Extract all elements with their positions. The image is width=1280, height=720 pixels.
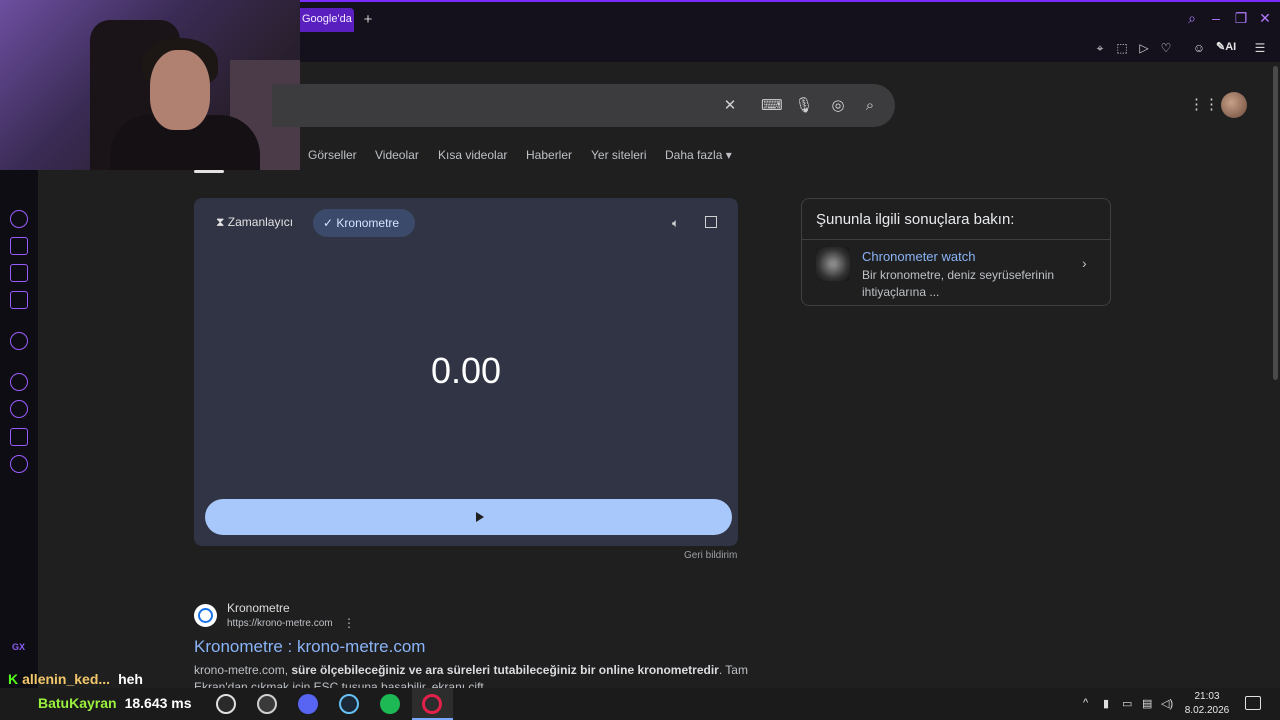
- shopping-icon[interactable]: [10, 237, 28, 255]
- battery-icon[interactable]: ▭: [1122, 697, 1132, 710]
- steam-icon[interactable]: [339, 694, 359, 714]
- ai-label: AI: [1225, 41, 1237, 53]
- volume-icon[interactable]: ◁): [1161, 697, 1173, 710]
- chatgpt-icon[interactable]: [10, 332, 28, 350]
- taskbar: BatuKayran 18.643 ms ^ ▮ ▭ ▤ ◁) 21:03 8.0…: [0, 688, 1280, 720]
- settings-icon[interactable]: [10, 455, 28, 473]
- network-icon[interactable]: ▤: [1142, 697, 1152, 710]
- snapshot-icon[interactable]: ⬚: [1113, 39, 1131, 57]
- streamer-face: [150, 50, 210, 130]
- tab-stopwatch[interactable]: ✓ Kronometre: [313, 209, 415, 237]
- notification-icon[interactable]: [1245, 696, 1261, 710]
- kick-icon: K: [8, 671, 19, 687]
- apps-grid-icon[interactable]: ⋮⋮: [1189, 97, 1219, 113]
- profile-icon[interactable]: ☺: [1190, 39, 1208, 57]
- start-button[interactable]: [205, 499, 732, 535]
- chat-text: 18.643 ms: [124, 695, 192, 711]
- player-icon[interactable]: ▷: [1135, 39, 1153, 57]
- scrollbar[interactable]: [1271, 62, 1280, 688]
- search-icon[interactable]: ⌕: [1183, 10, 1201, 27]
- related-link[interactable]: Chronometer watch: [862, 249, 975, 264]
- discord-icon[interactable]: [298, 694, 318, 714]
- sound-icon[interactable]: 🔈︎: [672, 216, 679, 231]
- site-favicon: [194, 604, 217, 627]
- clock-date: 8.02.2026: [1184, 705, 1230, 716]
- result-site-name[interactable]: Kronometre: [227, 601, 290, 615]
- opera-gx-icon[interactable]: [422, 694, 442, 714]
- chevron-up-icon[interactable]: ^: [1083, 697, 1088, 709]
- heart-icon[interactable]: ♡: [1157, 39, 1175, 57]
- divider: [802, 239, 1110, 240]
- tab-title: Google'da Ar: [302, 13, 354, 25]
- tab-images[interactable]: Görseller: [308, 148, 357, 162]
- snippet-text: krono-metre.com,: [194, 663, 292, 677]
- result-snippet: krono-metre.com, süre ölçebileceğiniz ve…: [194, 662, 754, 688]
- mic-icon[interactable]: 🎙︎: [794, 96, 814, 116]
- chat-message: BatuKayran 18.643 ms: [10, 695, 192, 711]
- tab-videos[interactable]: Videolar: [375, 148, 419, 162]
- tab-news[interactable]: Haberler: [526, 148, 572, 162]
- clock-time: 21:03: [1194, 691, 1220, 702]
- chat-username: BatuKayran: [38, 695, 117, 711]
- google-icon[interactable]: [216, 694, 236, 714]
- twitch-icon[interactable]: [10, 264, 28, 282]
- mic-icon[interactable]: ▮: [1103, 697, 1109, 710]
- messenger-icon[interactable]: [10, 291, 28, 309]
- spotify-icon[interactable]: [380, 694, 400, 714]
- chat-text: heh: [118, 671, 143, 687]
- webcam-overlay: [0, 0, 300, 170]
- gx-logo: GX: [12, 642, 26, 652]
- snippet-bold: süre ölçebileceğiniz ve ara süreleri tut…: [291, 663, 719, 677]
- menu-icon[interactable]: ☰: [1251, 39, 1269, 57]
- tab-short-videos[interactable]: Kısa videolar: [438, 148, 507, 162]
- check-icon: ✓: [323, 216, 334, 230]
- chevron-right-icon[interactable]: ›: [1082, 255, 1087, 271]
- extensions-icon[interactable]: [10, 428, 28, 446]
- more-options-icon[interactable]: ⋮: [343, 616, 355, 630]
- search-input[interactable]: ✕ ⌨ 🎙︎ ◎ ⌕: [272, 84, 895, 127]
- browser-tab[interactable]: Google'da Ar: [296, 8, 354, 32]
- maximize-button[interactable]: ❐: [1232, 10, 1250, 27]
- keyboard-icon[interactable]: ⌨: [761, 96, 783, 116]
- avatar[interactable]: [1221, 92, 1247, 118]
- stopwatch-widget: ⧗ Zamanlayıcı ✓ Kronometre 🔈︎ 0.00: [194, 198, 738, 546]
- obs-icon[interactable]: [257, 694, 277, 714]
- play-icon: [476, 512, 484, 522]
- result-url[interactable]: https://krono-metre.com: [227, 618, 333, 629]
- tab-stopwatch-label: Kronometre: [336, 216, 400, 230]
- chat-username: allenin_ked...: [22, 671, 111, 687]
- scroll-thumb[interactable]: [1273, 66, 1278, 380]
- related-description: Bir kronometre, deniz seyrüseferinin iht…: [862, 268, 1055, 299]
- chat-message: Kallenin_ked... heh: [8, 671, 143, 687]
- watch-thumbnail[interactable]: [816, 247, 850, 281]
- tab-more-label: Daha fazla: [665, 148, 723, 162]
- tab-places[interactable]: Yer siteleri: [591, 148, 647, 162]
- tab-more[interactable]: Daha fazla ▾: [665, 148, 732, 162]
- close-window-button[interactable]: ✕: [1256, 10, 1274, 27]
- ai-button[interactable]: ✎AI: [1216, 40, 1236, 53]
- minimize-button[interactable]: –: [1207, 10, 1225, 26]
- result-title[interactable]: Kronometre : krono-metre.com: [194, 637, 425, 657]
- hourglass-icon: ⧗: [216, 215, 225, 229]
- lens-icon[interactable]: ◎: [828, 96, 848, 116]
- history-icon[interactable]: [10, 400, 28, 418]
- close-icon[interactable]: ✕: [720, 96, 740, 116]
- fullscreen-icon[interactable]: [705, 216, 717, 228]
- player-icon[interactable]: [10, 373, 28, 391]
- related-title: Şununla ilgili sonuçlara bakın:: [816, 211, 1015, 228]
- new-tab-button[interactable]: +: [360, 10, 376, 30]
- system-clock[interactable]: 21:03 8.02.2026: [1180, 690, 1234, 718]
- search-icon[interactable]: ⌕: [860, 96, 880, 116]
- speed-dial-icon[interactable]: [10, 210, 28, 228]
- related-panel: Şununla ilgili sonuçlara bakın: Chronome…: [801, 198, 1111, 306]
- feedback-link[interactable]: Geri bildirim: [684, 550, 737, 561]
- active-tab-indicator: [194, 170, 224, 173]
- stopwatch-time: 0.00: [430, 350, 502, 391]
- pin-icon[interactable]: ⌖: [1091, 39, 1109, 57]
- tab-timer[interactable]: ⧗ Zamanlayıcı: [216, 215, 293, 230]
- tab-timer-label: Zamanlayıcı: [227, 215, 294, 229]
- chevron-down-icon: ▾: [725, 148, 732, 162]
